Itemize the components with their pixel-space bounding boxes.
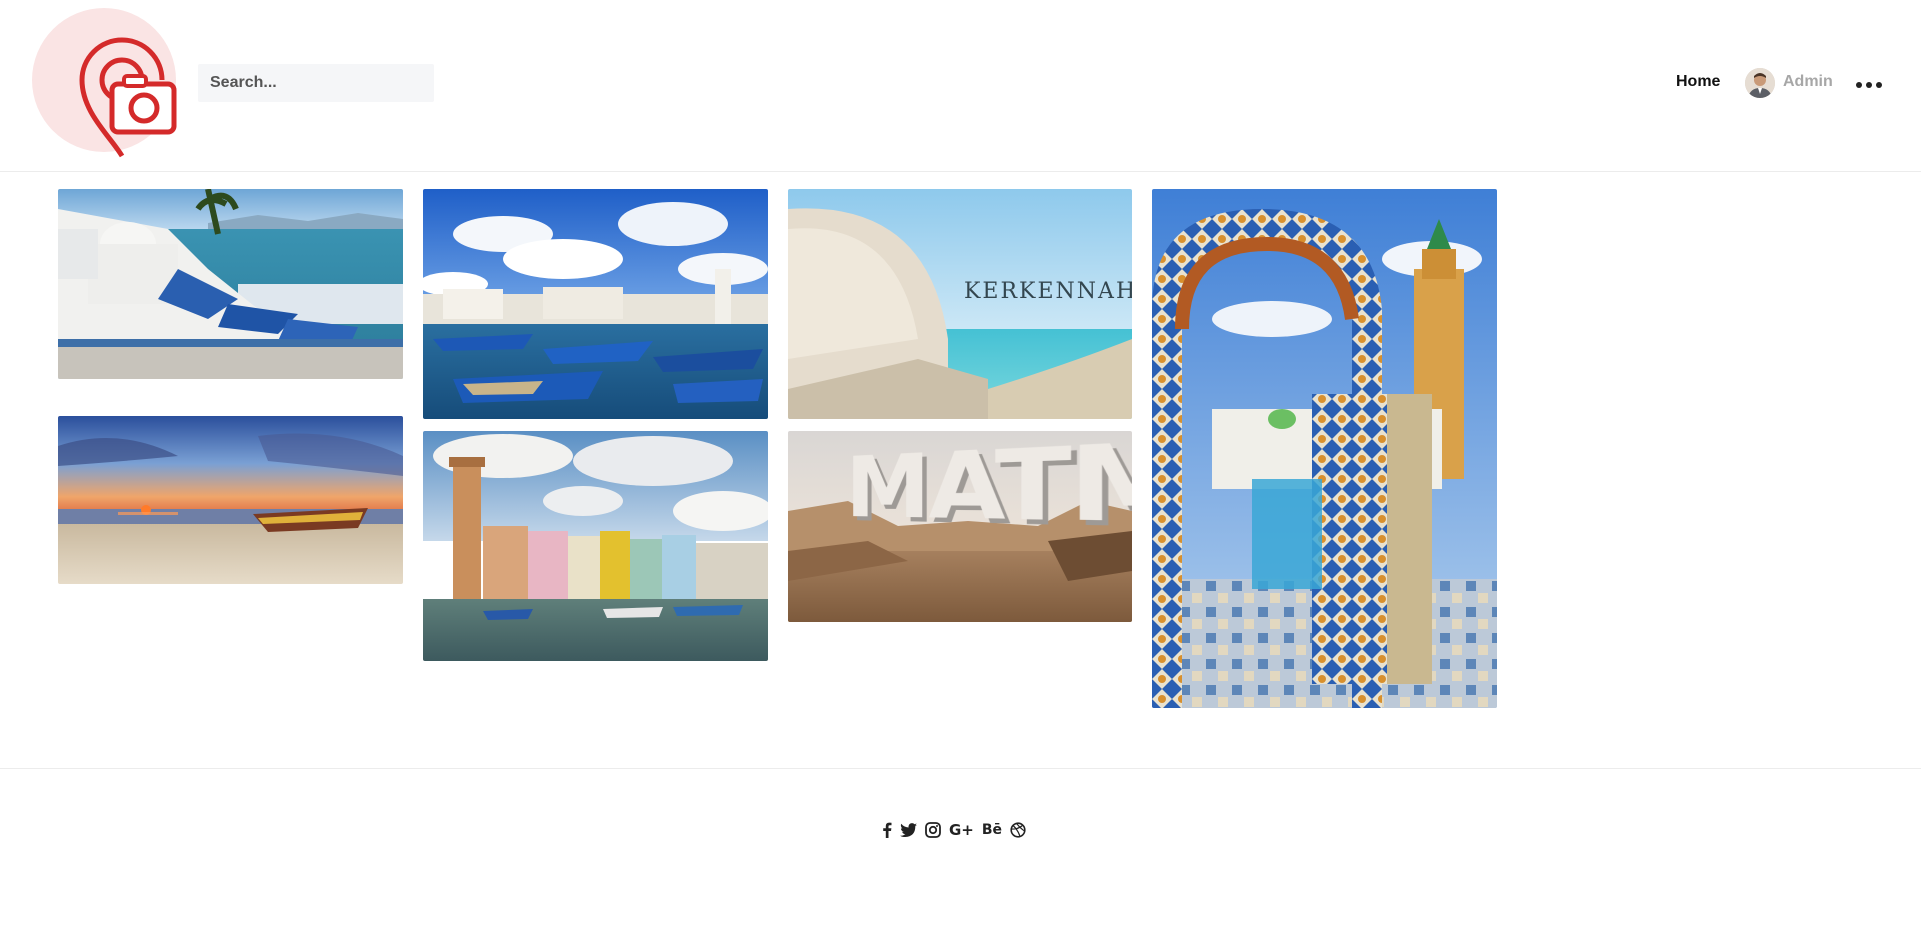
gallery-image[interactable] [423, 189, 768, 419]
photo-coastal-village [58, 189, 403, 379]
user-avatar-image [1745, 68, 1775, 98]
gallery-image[interactable] [1152, 189, 1497, 708]
photo-tiled-arch [1152, 189, 1497, 708]
site-header: Home Admin [0, 0, 1921, 172]
behance-icon[interactable]: Bē [982, 820, 1002, 840]
photo-sunset-beach [58, 416, 403, 584]
facebook-icon[interactable] [882, 820, 892, 840]
twitter-icon[interactable] [900, 820, 917, 840]
photo-kerkennah [788, 189, 1132, 419]
photo-caption-overlay: Kerkennah [964, 279, 1132, 304]
gallery-image[interactable] [423, 431, 768, 661]
avatar[interactable] [1745, 68, 1775, 98]
google-plus-icon[interactable]: G+ [949, 820, 974, 840]
gallery-image[interactable] [58, 416, 403, 584]
nav-home-link[interactable]: Home [1676, 73, 1720, 91]
site-footer [0, 768, 1921, 928]
instagram-icon[interactable] [925, 820, 941, 840]
gallery-image[interactable] [58, 189, 403, 379]
more-menu-icon[interactable] [1856, 72, 1882, 94]
map-pin-camera-icon [79, 37, 177, 158]
site-logo[interactable] [30, 6, 182, 160]
dribbble-icon[interactable] [1010, 820, 1026, 840]
gallery-image[interactable]: MATMATA [788, 431, 1132, 622]
photo-caption-overlay: MATMATA [846, 431, 1132, 565]
gallery-image[interactable]: Kerkennah [788, 189, 1132, 419]
search-input[interactable] [198, 64, 434, 102]
social-links: G+ Bē [882, 819, 1026, 841]
user-menu-link[interactable]: Admin [1783, 73, 1833, 91]
photo-fishing-port [423, 189, 768, 419]
photo-colorful-harbour [423, 431, 768, 661]
